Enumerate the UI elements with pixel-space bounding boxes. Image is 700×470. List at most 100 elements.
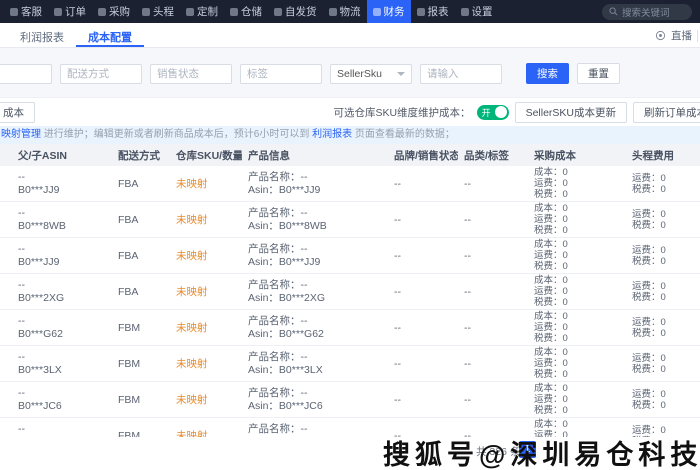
warehouse-sku-toggle[interactable]: 开 [476, 104, 509, 120]
first-leg-line: 税费：0 [632, 327, 666, 339]
nav-item-4[interactable]: 定制 [180, 0, 224, 23]
keyword-input[interactable] [420, 63, 502, 84]
tab-profit-report[interactable]: 利润报表 [8, 23, 76, 47]
product-info-line: 产品名称：-- [248, 422, 308, 435]
app-window: 客服 订单 采购 头程 定制 仓储 自发货 物流 财务 报表 设置 搜索关键词 利润报表 成本配置 … [0, 0, 700, 470]
product-info-line: Asin：B0***3LX [248, 363, 323, 376]
nav-item-3[interactable]: 头程 [136, 0, 180, 23]
unmapped-link[interactable]: 未映射 [176, 430, 208, 437]
unmapped-link[interactable]: 未映射 [176, 322, 208, 334]
divider [697, 29, 698, 42]
live-label[interactable]: 直播 [671, 28, 692, 43]
product-info-line: 产品名称：-- [248, 242, 308, 255]
cell-brand-status: -- [394, 249, 401, 262]
nav-search[interactable]: 搜索关键词 [602, 3, 692, 20]
nav-item-icon [416, 7, 425, 16]
product-info-line: Asin：B0***JC6 [248, 399, 323, 412]
purchase-cost-line: 成本：0 [534, 383, 568, 394]
purchase-cost-line: 运费：0 [534, 286, 568, 297]
cell-asin: -- B0***JJ9 [12, 243, 112, 269]
nav-item-label: 采购 [109, 6, 130, 18]
filter-area: SellerSku 搜索 重置 [0, 48, 700, 98]
nav-item-label: 仓储 [241, 6, 262, 18]
tab-cost-config[interactable]: 成本配置 [76, 23, 144, 47]
product-info-line: 产品名称：-- [248, 350, 308, 363]
refresh-order-cost-button[interactable]: 刷新订单成本 [633, 101, 700, 123]
profit-report-link[interactable]: 利润报表 [312, 129, 352, 140]
cell-delivery-method: FBA [118, 285, 139, 298]
nav-item-icon [328, 7, 337, 16]
purchase-cost-line: 运费：0 [534, 394, 568, 405]
cell-category-tag: -- [464, 249, 471, 262]
mapping-manage-link[interactable]: 映射管理 [1, 129, 41, 140]
unmapped-link[interactable]: 未映射 [176, 178, 208, 190]
cell-first-leg-cost: 运费：0税费：0 [626, 353, 700, 375]
filter-input-tag[interactable] [240, 63, 322, 84]
nav-item-icon [142, 7, 150, 16]
cell-warehouse-sku: 未映射 [170, 212, 242, 227]
nav-item-8[interactable]: 财务 [366, 0, 411, 23]
notice-text-1: 进行维护；编辑更新或者刷新商品成本后，预计6小时可以到 [41, 129, 313, 140]
unmapped-link[interactable]: 未映射 [176, 394, 208, 406]
filter-input-sales-status[interactable] [150, 63, 232, 84]
unmapped-link[interactable]: 未映射 [176, 214, 208, 226]
header-cell-1: 父/子ASIN [18, 149, 68, 162]
cell-asin: -- B0***3LX [12, 351, 112, 377]
nav-item-10[interactable]: 设置 [455, 0, 499, 23]
cell-asin: -- B0***JC6 [12, 387, 112, 413]
cell-first-leg-cost: 运费：0税费：0 [626, 209, 700, 231]
first-leg-line: 税费：0 [632, 363, 666, 375]
nav-item-icon [230, 7, 238, 16]
nav-item-2[interactable]: 采购 [92, 0, 136, 23]
sellersku-cost-update-button[interactable]: SellerSKU成本更新 [514, 101, 627, 123]
product-info-line: 产品名称：-- [248, 206, 308, 219]
table-row: -- B0***JC6 FBM 未映射 产品名称：-- Asin：B0***JC6 -- --… [0, 382, 700, 418]
tabbar-right-tools: 直播 [655, 23, 698, 48]
nav-item-icon [54, 7, 62, 16]
first-leg-line: 运费：0 [632, 388, 666, 400]
reset-button[interactable]: 重置 [577, 63, 620, 84]
nav-item-label: 物流 [339, 6, 361, 18]
nav-item-7[interactable]: 物流 [323, 0, 367, 23]
cell-warehouse-sku: 未映射 [170, 248, 242, 263]
cell-asin: -- B0***2XG [12, 279, 112, 305]
cell-delivery-method: FBM [118, 393, 141, 406]
cell-asin: ---- [12, 423, 112, 438]
header-cell-5: 品牌/销售状态 [394, 149, 458, 162]
sellersku-select[interactable]: SellerSku [330, 63, 412, 84]
filter-input-delivery[interactable] [60, 63, 142, 84]
product-info-line: Asin：B0***8WB [248, 219, 327, 232]
nav-item-1[interactable]: 订单 [48, 0, 92, 23]
first-leg-line: 运费：0 [632, 316, 666, 328]
nav-item-icon [372, 7, 381, 16]
nav-item-9[interactable]: 报表 [411, 0, 455, 23]
toolbar-right-group: 可选仓库SKU维度维护成本： 开 SellerSKU成本更新 刷新订单成本 [333, 101, 700, 123]
unmapped-link[interactable]: 未映射 [176, 250, 208, 262]
cost-toolbar: 成本 可选仓库SKU维度维护成本： 开 SellerSKU成本更新 刷新订单成本 [0, 98, 700, 126]
cell-asin: -- B0***JJ9 [12, 171, 112, 197]
chevron-down-icon [397, 71, 405, 76]
unmapped-link[interactable]: 未映射 [176, 358, 208, 370]
nav-item-6[interactable]: 自发货 [268, 0, 323, 23]
asin-child: B0***JC6 [18, 399, 62, 412]
unmapped-link[interactable]: 未映射 [176, 286, 208, 298]
nav-item-icon [274, 7, 282, 16]
purchase-cost-line: 成本：0 [534, 239, 568, 250]
cell-product-info: 产品名称：-- Asin：B0***JJ9 [242, 243, 388, 269]
cell-first-leg-cost: 运费：0税费：0 [626, 173, 700, 195]
nav-item-5[interactable]: 仓储 [224, 0, 268, 23]
asin-child: B0***3LX [18, 363, 62, 376]
asin-parent: -- [18, 278, 25, 291]
filter-input-cut[interactable] [0, 63, 52, 84]
cost-button[interactable]: 成本 [0, 101, 35, 123]
live-icon[interactable] [655, 30, 666, 41]
search-button[interactable]: 搜索 [526, 63, 569, 84]
cell-purchase-cost: 成本：0运费：0税费：0 [528, 311, 626, 344]
nav-item-0[interactable]: 客服 [4, 0, 48, 23]
cell-category-tag: -- [464, 285, 471, 298]
cell-warehouse-sku: 未映射 [170, 428, 242, 437]
nav-item-label: 客服 [21, 6, 42, 18]
cell-first-leg-cost: 运费：0税费：0 [626, 389, 700, 411]
cell-product-info: 产品名称：--Asin：-- [242, 423, 388, 438]
cell-purchase-cost: 成本：0运费：0税费：0 [528, 167, 626, 200]
